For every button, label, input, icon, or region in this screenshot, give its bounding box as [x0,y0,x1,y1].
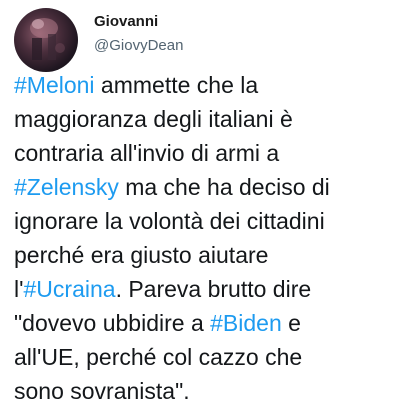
tweet-text: #Meloni ammette che la maggioranza degli … [14,68,396,400]
tweet-text-segment: perché era giusto aiutare [14,242,269,268]
tweet-text-segment: l' [14,276,24,302]
tweet-text-segment: all'UE, perché col cazzo che [14,344,303,370]
tweet-text-segment: sono sovranista". [14,378,190,400]
hashtag-link[interactable]: #Zelensky [14,174,119,200]
tweet-text-segment: ma che ha deciso di [118,174,330,200]
tweet-text-line: ignorare la volontà dei cittadini [14,204,396,238]
tweet-text-segment: ammette che la [94,72,259,98]
tweet-text-line: l'#Ucraina. Pareva brutto dire [14,272,396,306]
tweet-text-line: all'UE, perché col cazzo che [14,340,396,374]
tweet-text-line: maggioranza degli italiani è [14,102,396,136]
author-display-name[interactable]: Giovanni [94,13,158,30]
tweet-text-segment: contraria all'invio di armi a [14,140,280,166]
tweet-text-line: contraria all'invio di armi a [14,136,396,170]
tweet-text-line: perché era giusto aiutare [14,238,396,272]
hashtag-link[interactable]: #Biden [210,310,282,336]
tweet-text-line: #Meloni ammette che la [14,68,396,102]
tweet-text-line: #Zelensky ma che ha deciso di [14,170,396,204]
tweet-text-line: sono sovranista". [14,374,396,400]
author-handle[interactable]: @GiovyDean [94,37,183,54]
tweet-text-segment: maggioranza degli italiani è [14,106,293,132]
tweet-text-line: "dovevo ubbidire a #Biden e [14,306,396,340]
tweet-text-segment: ignorare la volontà dei cittadini [14,208,325,234]
profile-photo-icon [30,18,65,60]
avatar[interactable] [14,8,78,72]
hashtag-link[interactable]: #Meloni [14,72,95,98]
tweet-card: Giovanni @GiovyDean #Meloni ammette che … [0,0,400,400]
tweet-text-segment: "dovevo ubbidire a [14,310,211,336]
hashtag-link[interactable]: #Ucraina [24,276,116,302]
tweet-text-segment: e [281,310,301,336]
tweet-text-segment: . Pareva brutto dire [115,276,312,302]
